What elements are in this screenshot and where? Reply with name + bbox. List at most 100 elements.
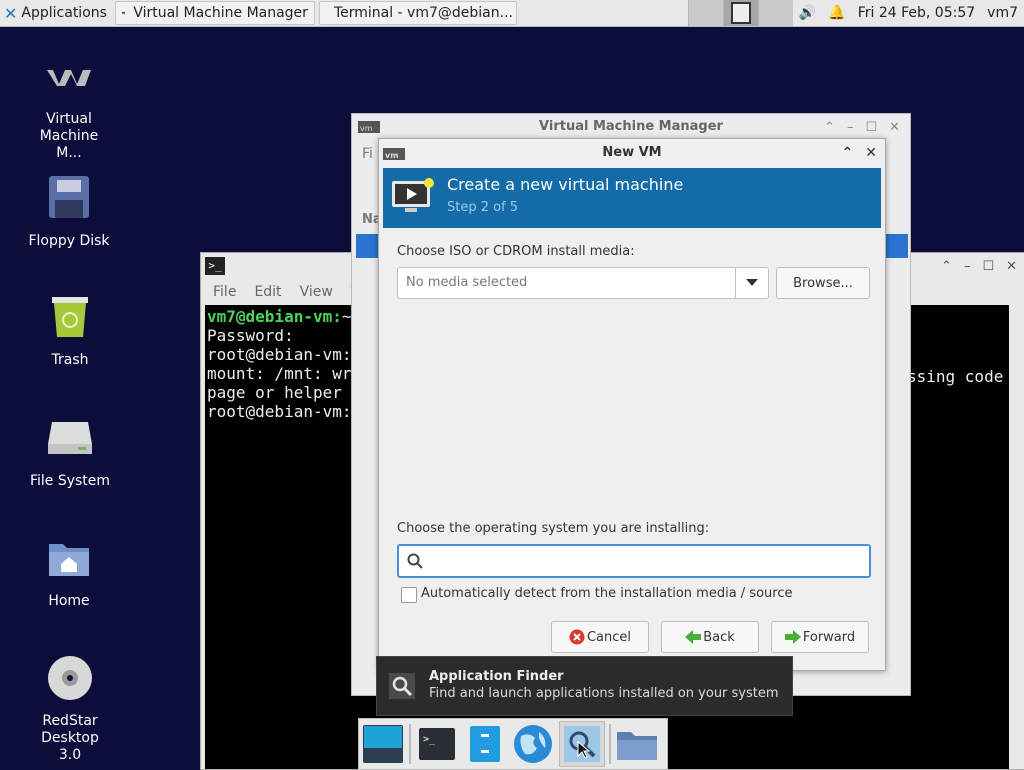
taskbar-item-vmm[interactable]: vm Virtual Machine Manager xyxy=(114,1,315,25)
iso-label: Choose ISO or CDROM install media: xyxy=(397,244,635,259)
floppy-disk-icon xyxy=(49,176,89,218)
volume-icon[interactable]: 🔊 xyxy=(799,5,816,21)
chevron-down-icon[interactable] xyxy=(735,268,768,298)
folder-launcher[interactable] xyxy=(615,722,659,766)
svg-text:>_: >_ xyxy=(423,734,436,745)
home-folder-icon xyxy=(49,544,89,576)
workspace-3[interactable] xyxy=(757,0,793,26)
autodetect-checkbox[interactable] xyxy=(401,587,417,603)
desktop-icon-label: File System xyxy=(29,473,111,489)
notification-bell-icon[interactable]: 🔔 xyxy=(828,5,845,21)
close-icon[interactable]: ✕ xyxy=(865,139,877,167)
app-finder-icon xyxy=(389,673,415,699)
desktop-icon-floppy[interactable]: Floppy Disk xyxy=(14,174,124,250)
file-cabinet-icon xyxy=(470,726,500,762)
search-icon xyxy=(407,553,423,569)
system-tray: 🔊 🔔 Fri 24 Feb, 05:57 vm7 xyxy=(793,5,1024,21)
user-name[interactable]: vm7 xyxy=(987,5,1018,21)
xfce-logo-icon: ✕ xyxy=(4,3,18,23)
dialog-titlebar[interactable]: vm New VM ⌃ ✕ xyxy=(379,139,885,167)
browse-button-label: Browse... xyxy=(793,275,853,291)
show-desktop-icon xyxy=(363,725,403,763)
menu-file[interactable]: File xyxy=(213,284,236,300)
autodetect-label[interactable]: Automatically detect from the installati… xyxy=(421,586,792,601)
dock-separator xyxy=(609,724,611,764)
iso-media-combobox[interactable]: No media selected xyxy=(397,267,769,299)
file-cabinet-launcher[interactable] xyxy=(463,722,507,766)
workspace-1[interactable] xyxy=(687,0,723,26)
new-vm-dialog[interactable]: vm New VM ⌃ ✕ Create a new virtual machi… xyxy=(378,138,886,671)
show-desktop-button[interactable] xyxy=(361,722,405,766)
terminal-icon: >_ xyxy=(419,728,455,760)
window-controls: ⌃ ✕ xyxy=(842,139,877,167)
close-icon[interactable]: ✕ xyxy=(1006,259,1017,274)
minimize-icon[interactable]: – xyxy=(964,259,971,274)
cd-icon xyxy=(48,656,92,700)
wizard-step: Step 2 of 5 xyxy=(447,200,519,215)
desktop-icon-label: Floppy Disk xyxy=(28,233,110,249)
terminal-text-fragment: ssing code xyxy=(907,367,1004,386)
bottom-dock: >_ xyxy=(358,718,668,770)
dock-separator xyxy=(409,724,411,764)
applications-menu[interactable]: ✕ Applications xyxy=(0,0,111,26)
menu-file[interactable]: Fi xyxy=(362,146,373,162)
os-label: Choose the operating system you are inst… xyxy=(397,521,710,536)
svg-text:vm: vm xyxy=(385,151,399,160)
desktop-icon-filesystem[interactable]: File System xyxy=(15,414,125,490)
svg-text:vm: vm xyxy=(360,124,373,133)
terminal-launcher[interactable]: >_ xyxy=(415,722,459,766)
maximize-icon[interactable]: ☐ xyxy=(865,120,877,135)
desktop-icon-redstar[interactable]: RedStar Desktop 3.0 xyxy=(15,654,125,764)
svg-text:vm: vm xyxy=(122,13,125,15)
applications-label: Applications xyxy=(21,5,107,21)
top-panel: ✕ Applications vm Virtual Machine Manage… xyxy=(0,0,1024,27)
web-browser-launcher[interactable] xyxy=(511,722,555,766)
taskbar-item-label: Terminal - vm7@debian... xyxy=(333,5,513,21)
taskbar-item-label: Virtual Machine Manager xyxy=(133,5,308,21)
desktop-icon-vmm[interactable]: Virtual Machine M... xyxy=(14,62,124,162)
desktop-icon-label: Home xyxy=(48,593,90,609)
back-button[interactable]: Back xyxy=(661,621,759,653)
menu-edit[interactable]: Edit xyxy=(254,284,281,300)
maximize-icon[interactable]: ☐ xyxy=(982,259,994,274)
tooltip-title: Application Finder xyxy=(429,669,564,684)
app-finder-launcher[interactable] xyxy=(559,721,605,767)
wizard-header: Create a new virtual machine Step 2 of 5 xyxy=(383,168,881,228)
browse-button[interactable]: Browse... xyxy=(776,267,870,299)
web-browser-icon xyxy=(514,725,552,763)
dialog-title: New VM xyxy=(602,145,662,160)
vmm-logo-icon xyxy=(47,70,91,86)
clock[interactable]: Fri 24 Feb, 05:57 xyxy=(858,5,975,21)
tooltip-description: Find and launch applications installed o… xyxy=(429,686,779,701)
taskbar-item-terminal[interactable]: >_ Terminal - vm7@debian... xyxy=(318,1,517,25)
forward-button[interactable]: Forward xyxy=(771,621,869,653)
minimize-icon[interactable]: – xyxy=(847,120,854,135)
app-finder-icon xyxy=(564,726,600,762)
cancel-icon xyxy=(569,629,585,645)
workspace-2[interactable] xyxy=(722,0,758,26)
desktop-icon-home[interactable]: Home xyxy=(14,534,124,610)
vmm-logo-icon: vm xyxy=(358,121,380,133)
chevron-up-icon[interactable]: ⌃ xyxy=(842,139,854,167)
desktop-icon-label: Trash xyxy=(51,352,89,368)
monitor-play-icon xyxy=(392,178,434,212)
cancel-button[interactable]: Cancel xyxy=(551,621,649,653)
chevron-up-icon[interactable]: ⌃ xyxy=(941,259,952,274)
os-search-input[interactable] xyxy=(397,544,871,578)
cancel-button-label: Cancel xyxy=(586,629,632,645)
window-preview-icon xyxy=(730,2,751,24)
close-icon[interactable]: ✕ xyxy=(889,120,900,135)
desktop-icon-trash[interactable]: Trash xyxy=(15,293,125,369)
drive-icon xyxy=(48,422,92,454)
folder-icon xyxy=(617,732,657,760)
chevron-up-icon[interactable]: ⌃ xyxy=(824,120,835,135)
back-button-label: Back xyxy=(703,629,735,645)
menu-view[interactable]: View xyxy=(300,284,333,300)
desktop-icon-label: RedStar Desktop 3.0 xyxy=(41,713,99,763)
trash-icon xyxy=(52,297,88,337)
vmm-logo-icon: vm xyxy=(121,11,126,15)
terminal-scrollbar[interactable] xyxy=(1009,305,1024,769)
window-controls: ⌃ – ☐ ✕ xyxy=(941,259,1017,274)
vmm-logo-icon: vm xyxy=(383,148,405,160)
arrow-left-icon xyxy=(685,630,702,644)
